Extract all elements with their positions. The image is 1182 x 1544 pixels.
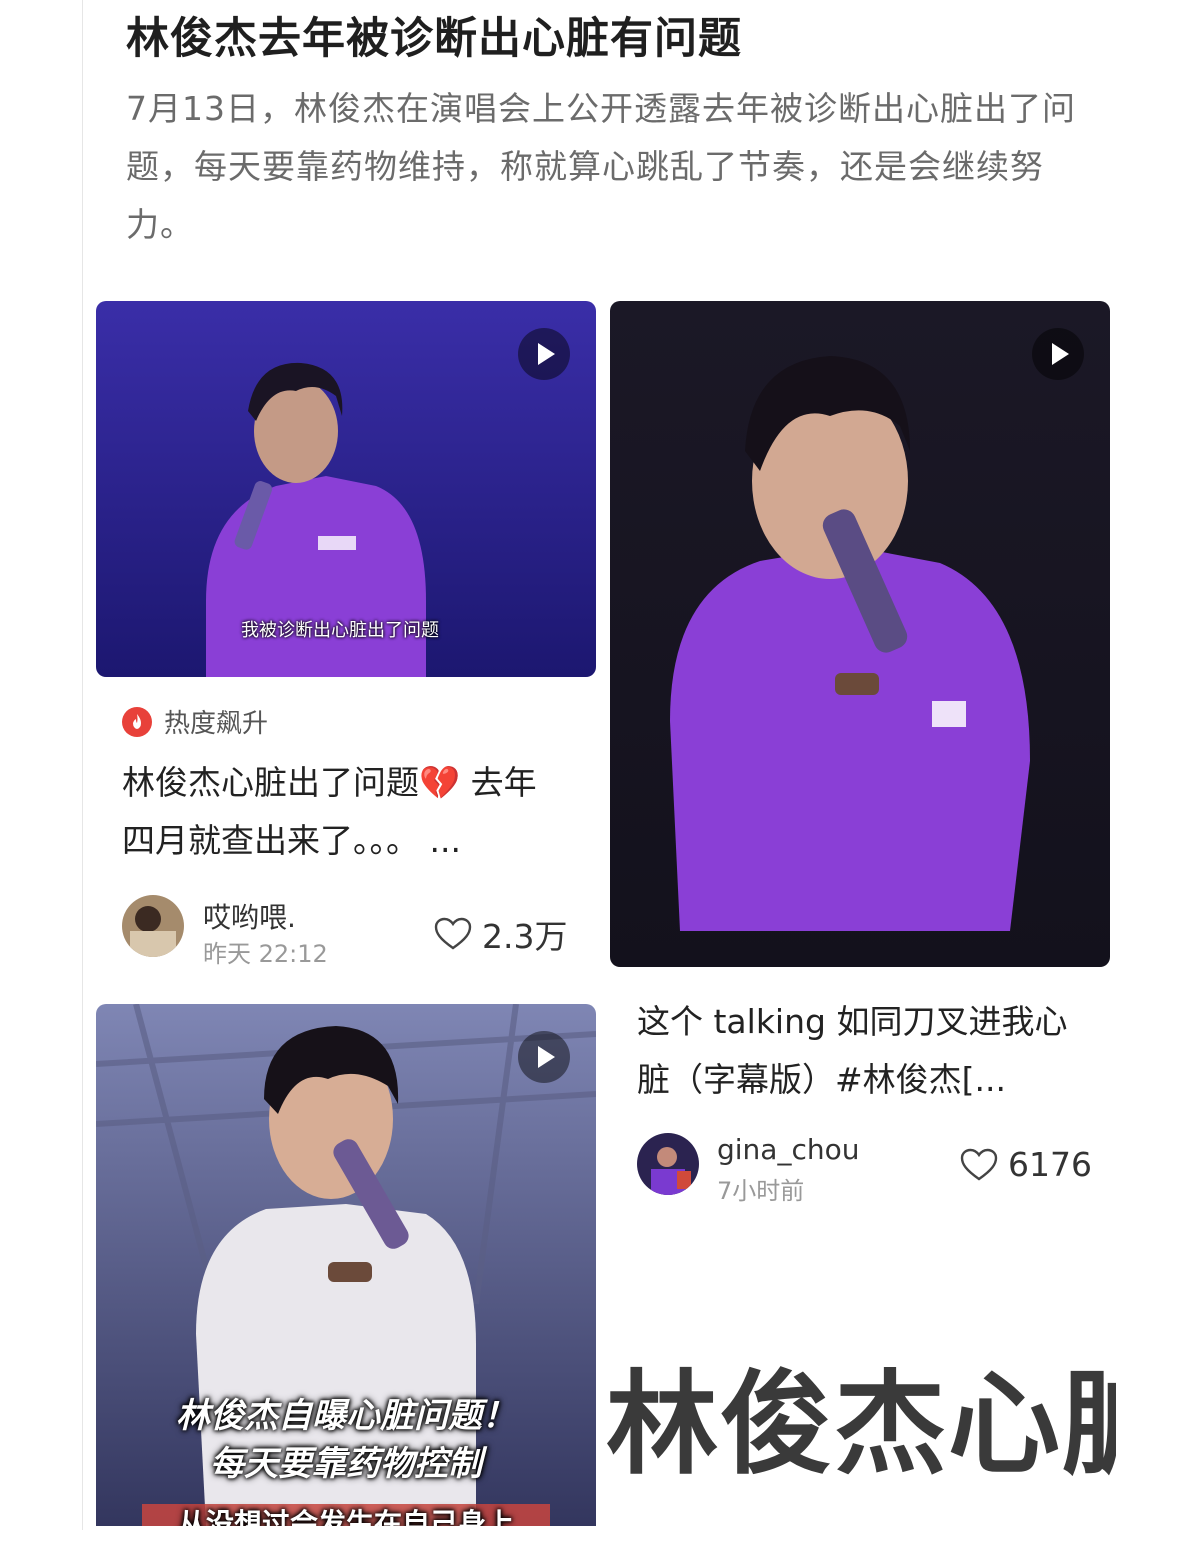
play-button[interactable] <box>518 1031 570 1083</box>
heart-outline-icon <box>434 917 472 950</box>
play-icon <box>538 343 555 365</box>
like-button-2[interactable]: 6176 <box>960 1145 1092 1184</box>
card-title-2[interactable]: 这个 talking 如同刀叉进我心脏（字幕版）#林俊杰[... <box>637 993 1077 1109</box>
video-thumbnail-2[interactable] <box>610 301 1110 967</box>
video-caption-line-1: 林俊杰自曝心脏问题！ <box>176 1396 516 1436</box>
concert-photo-2 <box>610 301 1110 967</box>
video-subtitle: 我被诊断出心脏出了问题 <box>241 620 439 641</box>
trending-badge: 热度飙升 <box>122 703 268 740</box>
video-thumbnail-1[interactable]: 我被诊断出心脏出了问题 <box>96 301 596 677</box>
fire-icon <box>122 706 152 737</box>
card-title-1[interactable]: 林俊杰心脏出了问题💔 去年四月就查出来了。。。 ... <box>122 754 562 870</box>
play-icon <box>1052 343 1069 365</box>
author-name-1[interactable]: 哎哟喂. <box>203 896 296 936</box>
video-thumbnail-3[interactable]: 林俊杰自曝心脏问题！ 每天要靠药物控制 从没想过会发生在自己身上 <box>96 1004 596 1526</box>
video-caption-line-2: 每天要靠药物控制 <box>210 1444 482 1484</box>
heart-outline-icon <box>960 1148 998 1180</box>
play-button[interactable] <box>1032 328 1084 380</box>
article-headline: 林俊杰去年被诊断出心脏有问题 <box>126 14 742 64</box>
post-time-1: 昨天 22:12 <box>203 940 328 968</box>
author-name-2[interactable]: gina_chou <box>717 1133 859 1166</box>
article-summary: 7月13日，林俊杰在演唱会上公开透露去年被诊断出心脏出了问题，每天要靠药物维持，… <box>126 89 1076 244</box>
avatar-1[interactable] <box>122 895 184 957</box>
left-divider <box>82 0 83 1530</box>
like-count-1: 2.3万 <box>482 917 568 956</box>
post-time-2: 7小时前 <box>717 1177 805 1205</box>
overlay-watermark-text: 林俊杰心脏 <box>606 1360 1116 1490</box>
play-icon <box>538 1046 555 1068</box>
like-button-1[interactable]: 2.3万 <box>434 910 567 958</box>
trending-label: 热度飙升 <box>164 709 269 739</box>
play-button[interactable] <box>518 328 570 380</box>
avatar-2[interactable] <box>637 1133 699 1195</box>
like-count-2: 6176 <box>1008 1145 1092 1184</box>
video-caption-line-3: 从没想过会发生在自己身上 <box>177 1507 514 1526</box>
